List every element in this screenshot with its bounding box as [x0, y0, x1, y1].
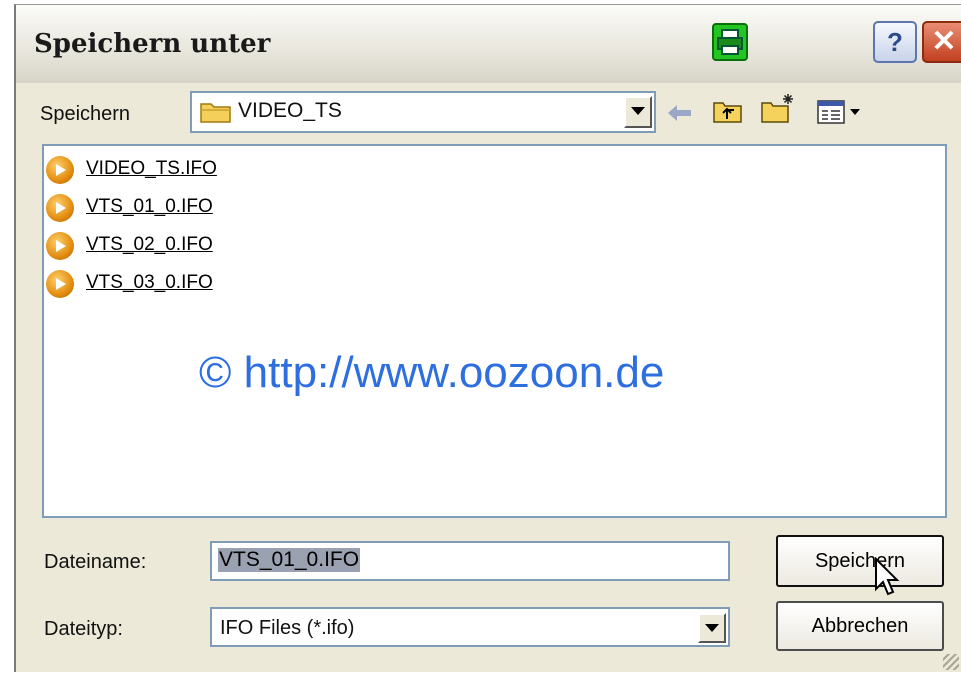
save-in-value: VIDEO_TS [238, 99, 342, 122]
save-in-label: Speichern [40, 103, 131, 125]
chevron-down-icon [631, 107, 645, 115]
filename-input[interactable]: VTS_01_0.IFO [210, 541, 730, 581]
folder-icon [200, 100, 232, 129]
cancel-button[interactable]: Abbrechen [776, 601, 944, 651]
cancel-button-label: Abbrechen [811, 615, 909, 637]
file-name: VTS_03_0.IFO [86, 272, 213, 293]
save-in-dropdown-arrow[interactable] [624, 96, 652, 128]
help-button[interactable]: ? [873, 21, 917, 63]
filename-value: VTS_01_0.IFO [218, 548, 361, 572]
filetype-value: IFO Files (*.ifo) [220, 617, 355, 639]
file-name: VIDEO_TS.IFO [86, 158, 217, 179]
watermark-text: © http://www.oozoon.de [199, 348, 665, 397]
dvd-icon [46, 270, 74, 298]
printer-icon[interactable] [712, 23, 748, 61]
dvd-icon [46, 232, 74, 260]
up-folder-icon[interactable] [712, 97, 744, 130]
save-as-dialog: Speichern unter ? ✕ Speichern VIDEO_TS V… [14, 4, 961, 672]
save-in-dropdown[interactable]: VIDEO_TS [190, 91, 656, 133]
dvd-icon [46, 194, 74, 222]
dialog-title: Speichern unter [34, 29, 271, 59]
mouse-cursor-icon [874, 556, 900, 602]
file-name: VTS_01_0.IFO [86, 196, 213, 217]
filename-label: Dateiname: [44, 551, 147, 573]
dvd-icon [46, 156, 74, 184]
resize-grip-icon[interactable] [943, 654, 959, 670]
back-arrow-icon[interactable] [666, 101, 694, 130]
save-button[interactable]: Speichern [776, 535, 944, 587]
view-menu-icon[interactable] [816, 99, 864, 130]
close-button[interactable]: ✕ [922, 21, 961, 63]
filetype-dropdown-arrow[interactable] [698, 613, 726, 643]
title-bar[interactable]: Speichern unter ? ✕ [16, 5, 961, 83]
file-list[interactable]: VIDEO_TS.IFO VTS_01_0.IFO VTS_02_0.IFO V… [42, 144, 947, 518]
chevron-down-icon [705, 624, 719, 632]
filetype-label: Dateityp: [44, 618, 123, 640]
filetype-dropdown[interactable]: IFO Files (*.ifo) [210, 607, 730, 647]
new-folder-icon[interactable] [760, 91, 796, 130]
file-name: VTS_02_0.IFO [86, 234, 213, 255]
